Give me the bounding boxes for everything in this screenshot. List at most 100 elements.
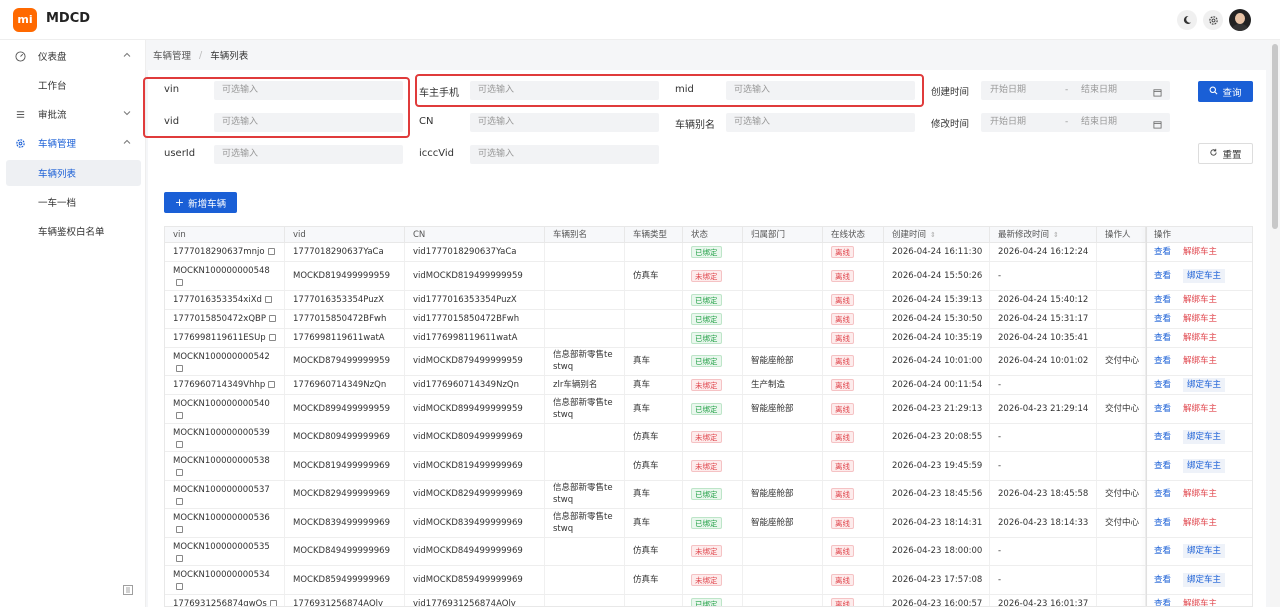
collapse-sidebar-icon[interactable]	[122, 584, 136, 598]
sort-icon[interactable]: ⇕	[930, 231, 936, 239]
view-link[interactable]: 查看	[1154, 574, 1171, 586]
view-link[interactable]: 查看	[1154, 313, 1171, 325]
modified-text: -	[998, 380, 1002, 390]
unbind-owner-link[interactable]: 解绑车主	[1183, 332, 1217, 344]
modified-date-range[interactable]: 开始日期 - 结束日期	[981, 113, 1170, 132]
cell-alias	[545, 290, 625, 309]
copy-icon[interactable]	[176, 412, 183, 419]
sidebar-item-workbench[interactable]: 工作台	[0, 72, 146, 98]
copy-icon[interactable]	[176, 497, 183, 505]
add-vehicle-button[interactable]: + 新增车辆	[164, 192, 237, 213]
unbind-owner-link[interactable]: 解绑车主	[1183, 403, 1217, 415]
sidebar-item-vehicle-mgmt[interactable]: 车辆管理	[0, 130, 146, 156]
view-link[interactable]: 查看	[1154, 294, 1171, 306]
cn-input[interactable]: 可选输入	[470, 113, 659, 132]
view-link[interactable]: 查看	[1154, 545, 1171, 557]
unbind-owner-link[interactable]: 解绑车主	[1183, 355, 1217, 367]
vid-text: 1777016353354PuzX	[293, 294, 384, 305]
scrollbar-thumb[interactable]	[1272, 44, 1278, 229]
cell-operator: 交付中心	[1097, 395, 1146, 423]
column-header: 车辆别名	[545, 227, 625, 243]
sidebar-item-auth-whitelist[interactable]: 车辆鉴权白名单	[0, 218, 146, 244]
vid-text: MOCKD849499999969	[293, 546, 390, 557]
column-header-label: 车辆类型	[633, 230, 668, 240]
modified-start-date[interactable]: 开始日期	[990, 113, 1026, 132]
bind-owner-link[interactable]: 绑定车主	[1183, 378, 1226, 392]
cell-alias	[545, 328, 625, 347]
view-link[interactable]: 查看	[1154, 460, 1171, 472]
view-link[interactable]: 查看	[1154, 332, 1171, 344]
unbind-owner-link[interactable]: 解绑车主	[1183, 313, 1217, 325]
copy-icon[interactable]	[269, 599, 277, 606]
copy-icon[interactable]	[176, 469, 183, 476]
breadcrumb-separator: /	[199, 49, 203, 61]
view-link[interactable]: 查看	[1154, 270, 1171, 282]
sidebar-item-dashboard[interactable]: 仪表盘	[0, 43, 146, 69]
unbind-owner-link[interactable]: 解绑车主	[1183, 517, 1217, 529]
binding-status-badge: 未绑定	[691, 573, 722, 586]
created-text: 2026-04-24 15:30:50	[892, 313, 983, 324]
unbind-owner-link[interactable]: 解绑车主	[1183, 598, 1217, 607]
column-header[interactable]: 创建时间 ⇕	[884, 227, 990, 243]
cell-operator	[1097, 452, 1146, 480]
unbind-owner-link[interactable]: 解绑车主	[1183, 294, 1217, 306]
view-link[interactable]: 查看	[1154, 246, 1171, 258]
bind-owner-link[interactable]: 绑定车主	[1183, 430, 1226, 445]
alias-text: 信息部新零售te stwq	[553, 511, 613, 534]
modified-text: 2026-04-24 15:40:12	[998, 294, 1089, 305]
copy-icon[interactable]	[268, 333, 276, 341]
created-end-date[interactable]: 结束日期	[1081, 81, 1117, 100]
copy-icon[interactable]	[268, 381, 276, 388]
page-scrollbar[interactable]	[1270, 40, 1280, 607]
cell-dept	[743, 328, 823, 347]
sidebar-item-approval[interactable]: 审批流	[0, 101, 146, 127]
view-link[interactable]: 查看	[1154, 431, 1171, 443]
cell-cn: vid1776998119611watA	[405, 328, 545, 347]
unbind-owner-link[interactable]: 解绑车主	[1183, 488, 1217, 500]
moon-icon[interactable]	[1177, 10, 1197, 30]
created-start-date[interactable]: 开始日期	[990, 81, 1026, 100]
cell-type: 真车	[625, 509, 683, 537]
column-header[interactable]: 最新修改时间 ⇕	[990, 227, 1097, 243]
copy-icon[interactable]	[264, 295, 272, 303]
copy-icon[interactable]	[176, 554, 183, 562]
copy-icon[interactable]	[176, 440, 183, 448]
copy-icon[interactable]	[268, 314, 276, 322]
copy-icon[interactable]	[267, 248, 275, 255]
dept-text: 智能座舱部	[751, 517, 794, 528]
vid-text: MOCKD839499999969	[293, 517, 390, 528]
view-link[interactable]: 查看	[1154, 379, 1171, 391]
view-link[interactable]: 查看	[1154, 403, 1171, 415]
copy-icon[interactable]	[176, 526, 183, 533]
sidebar-item-label: 一车一档	[38, 198, 77, 209]
modified-end-date[interactable]: 结束日期	[1081, 113, 1117, 132]
brand-logo: mi	[13, 8, 37, 32]
copy-icon[interactable]	[176, 279, 183, 286]
userid-input[interactable]: 可选输入	[214, 145, 403, 164]
column-header: 归属部门	[743, 227, 823, 243]
breadcrumb-root[interactable]: 车辆管理	[153, 48, 191, 62]
copy-icon[interactable]	[176, 583, 183, 590]
view-link[interactable]: 查看	[1154, 488, 1171, 500]
bind-owner-link[interactable]: 绑定车主	[1183, 572, 1226, 587]
cell-modified: 2026-04-23 21:29:14	[990, 395, 1097, 423]
gear-icon[interactable]	[1203, 10, 1223, 30]
bind-owner-link[interactable]: 绑定车主	[1183, 544, 1226, 559]
bind-owner-link[interactable]: 绑定车主	[1183, 458, 1226, 473]
avatar[interactable]	[1229, 9, 1251, 31]
query-button[interactable]: 查询	[1198, 81, 1253, 102]
unbind-owner-link[interactable]: 解绑车主	[1183, 246, 1217, 258]
alias-input[interactable]: 可选输入	[726, 113, 915, 132]
created-date-range[interactable]: 开始日期 - 结束日期	[981, 81, 1170, 100]
bind-owner-link[interactable]: 绑定车主	[1183, 268, 1226, 283]
icccvid-input[interactable]: 可选输入	[470, 145, 659, 164]
copy-icon[interactable]	[176, 364, 183, 372]
sidebar-item-vehicle-list[interactable]: 车辆列表	[6, 160, 141, 186]
sort-icon[interactable]: ⇕	[1053, 231, 1059, 239]
reset-button[interactable]: 重置	[1198, 143, 1253, 164]
sidebar-item-vehicle-archive[interactable]: 一车一档	[0, 189, 146, 215]
cell-modified: 2026-04-23 18:14:33	[990, 509, 1097, 537]
view-link[interactable]: 查看	[1154, 598, 1171, 607]
view-link[interactable]: 查看	[1154, 517, 1171, 529]
view-link[interactable]: 查看	[1154, 355, 1171, 367]
